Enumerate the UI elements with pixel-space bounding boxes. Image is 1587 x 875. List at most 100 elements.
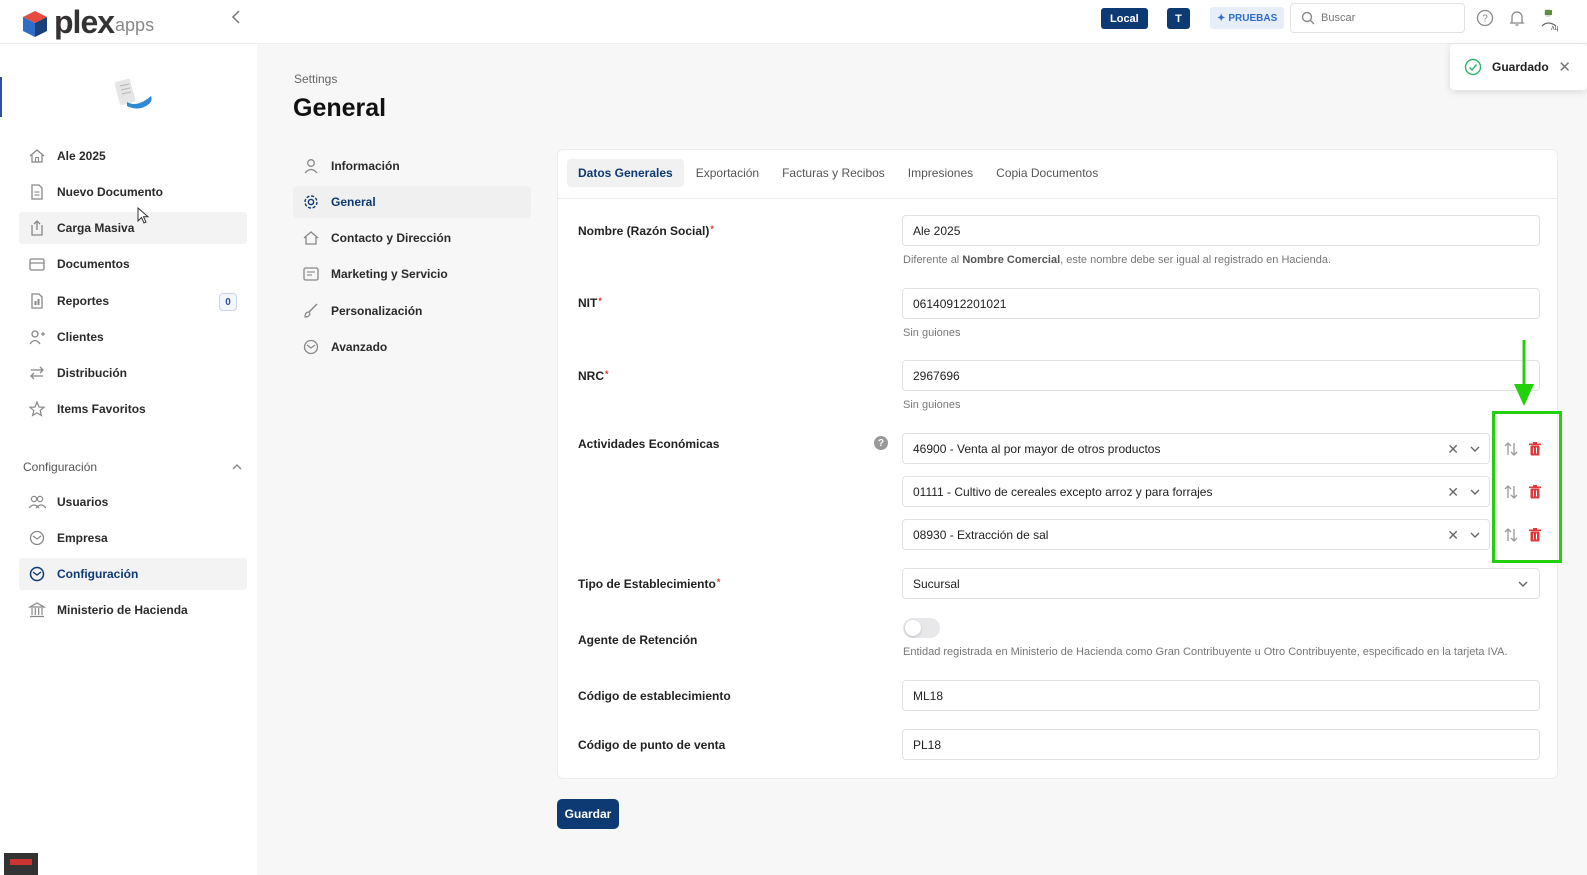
env-user-badge[interactable]: T [1167,8,1190,29]
help-button[interactable]: ? [1475,8,1495,28]
codigo-pv-field[interactable]: PL18 [902,729,1540,760]
sidebar-item-label: Clientes [57,330,104,344]
sidebar-item-label: Configuración [57,567,139,581]
bank-icon [27,600,47,620]
actividad-select-2[interactable]: 01111 - Cultivo de cereales excepto arro… [902,476,1490,507]
tab-exportacion[interactable]: Exportación [685,159,770,187]
toast-close-icon[interactable]: ✕ [1558,58,1571,76]
chevron-down-icon[interactable] [1469,529,1481,541]
sidebar-item-label: Distribución [57,366,128,380]
tabs-divider [558,198,1557,199]
tipo-select[interactable]: Sucursal [902,568,1540,599]
actividad-value: 46900 - Venta al por mayor de otros prod… [913,441,1161,456]
nombre-field[interactable]: Ale 2025 [902,215,1540,246]
svg-text:?: ? [1482,14,1488,25]
clear-icon[interactable]: ✕ [1447,441,1459,458]
nrc-field[interactable]: 2967696 [902,360,1540,391]
main-sidebar: Ale 2025 Nuevo Documento Carga Masiva Do… [4,44,257,875]
tab-facturas-recibos[interactable]: Facturas y Recibos [771,159,896,187]
settings-menu-avanzado[interactable]: Avanzado [293,331,531,363]
nit-help: Sin guiones [903,327,961,339]
sidebar-item-reportes[interactable]: Reportes 0 [19,285,247,317]
env-local-badge[interactable]: Local [1101,8,1148,29]
settings-icon [301,337,321,357]
archive-icon [27,254,47,274]
sidebar-item-items-favoritos[interactable]: Items Favoritos [19,393,247,425]
sidebar-item-distribucion[interactable]: Distribución [19,357,247,389]
settings-menu-label: General [331,195,376,209]
home-icon [27,146,47,166]
settings-menu-marketing[interactable]: Marketing y Servicio [293,258,531,290]
settings-menu-general[interactable]: General [293,186,531,218]
actividad-select-3[interactable]: 08930 - Extracción de sal ✕ [902,519,1490,550]
chevron-down-icon[interactable] [1469,486,1481,498]
sidebar-item-ministerio-de-hacienda[interactable]: Ministerio de Hacienda [19,594,247,626]
sidebar-item-usuarios[interactable]: Usuarios [19,486,247,518]
logo-text: plex [54,4,115,40]
tab-copia-documentos[interactable]: Copia Documentos [985,159,1109,187]
toast-message: Guardado [1492,60,1549,74]
save-button[interactable]: Guardar [557,799,619,829]
app-logo[interactable]: plex apps [22,6,154,38]
page-title: General [293,94,387,122]
sparkle-icon: ✦ [1217,12,1226,24]
report-icon [27,291,47,311]
codigo-pv-label: Código de punto de venta [578,738,726,752]
cube-logo-icon [23,11,47,37]
avatar-icon: ʌɥ [1541,9,1559,32]
settings-menu-contacto[interactable]: Contacto y Dirección [293,222,531,254]
users-icon [27,327,47,347]
help-question-icon[interactable]: ? [874,436,888,450]
sidebar-item-label: Ale 2025 [57,149,106,163]
search-input[interactable] [1321,12,1451,24]
nit-field[interactable]: 06140912201021 [902,288,1540,319]
nit-value: 06140912201021 [913,296,1007,311]
env-pruebas-label: PRUEBAS [1228,12,1278,24]
taskbar-thumbnail[interactable] [4,853,38,875]
nombre-value: Ale 2025 [913,223,961,238]
sidebar-item-carga-masiva[interactable]: Carga Masiva [19,212,247,244]
env-pruebas-badge[interactable]: ✦ PRUEBAS [1210,7,1285,29]
collapse-sidebar-button[interactable] [230,8,248,28]
breadcrumb[interactable]: Settings [294,72,337,86]
agente-toggle[interactable] [903,618,940,638]
sidebar-item-label: Nuevo Documento [57,185,164,199]
search-icon [1301,11,1315,25]
saved-toast: Guardado ✕ [1450,44,1587,90]
sidebar-section-configuracion[interactable]: Configuración [23,457,243,477]
check-circle-icon [1464,58,1482,76]
annotation-arrow-icon [1514,340,1534,406]
sidebar-item-ale-2025[interactable]: Ale 2025 [19,140,247,172]
actividad-select-1[interactable]: 46900 - Venta al por mayor de otros prod… [902,433,1490,464]
annotation-highlight-box [1492,411,1562,563]
tipo-label: Tipo de Establecimiento* [578,577,721,591]
home-icon [301,228,321,248]
sidebar-item-empresa[interactable]: Empresa [19,522,247,554]
sidebar-item-clientes[interactable]: Clientes [19,321,247,353]
chevron-down-icon[interactable] [1469,443,1481,455]
clear-icon[interactable]: ✕ [1447,484,1459,501]
codigo-est-label: Código de establecimiento [578,689,731,703]
settings-menu-label: Personalización [331,304,423,318]
sidebar-item-nuevo-documento[interactable]: Nuevo Documento [19,176,247,208]
tab-datos-generales[interactable]: Datos Generales [567,159,684,187]
codigo-est-value: ML18 [913,688,944,703]
brush-icon [301,301,321,321]
upload-icon [27,218,47,238]
codigo-est-field[interactable]: ML18 [902,680,1540,711]
codigo-pv-value: PL18 [913,737,942,752]
settings-menu-label: Avanzado [331,340,388,354]
settings-menu-personalizacion[interactable]: Personalización [293,295,531,327]
sidebar-item-configuracion[interactable]: Configuración [19,558,247,590]
clear-icon[interactable]: ✕ [1447,527,1459,544]
tab-impresiones[interactable]: Impresiones [897,159,984,187]
search-box[interactable] [1290,3,1465,33]
sidebar-item-label: Items Favoritos [57,402,146,416]
sidebar-item-documentos[interactable]: Documentos [19,248,247,280]
notifications-button[interactable] [1507,8,1527,28]
settings-menu-informacion[interactable]: Información [293,150,531,182]
actividades-label: Actividades Económicas [578,437,720,451]
star-icon [27,399,47,419]
user-avatar[interactable]: ʌɥ [1538,5,1564,33]
sidebar-item-label: Documentos [57,257,130,271]
